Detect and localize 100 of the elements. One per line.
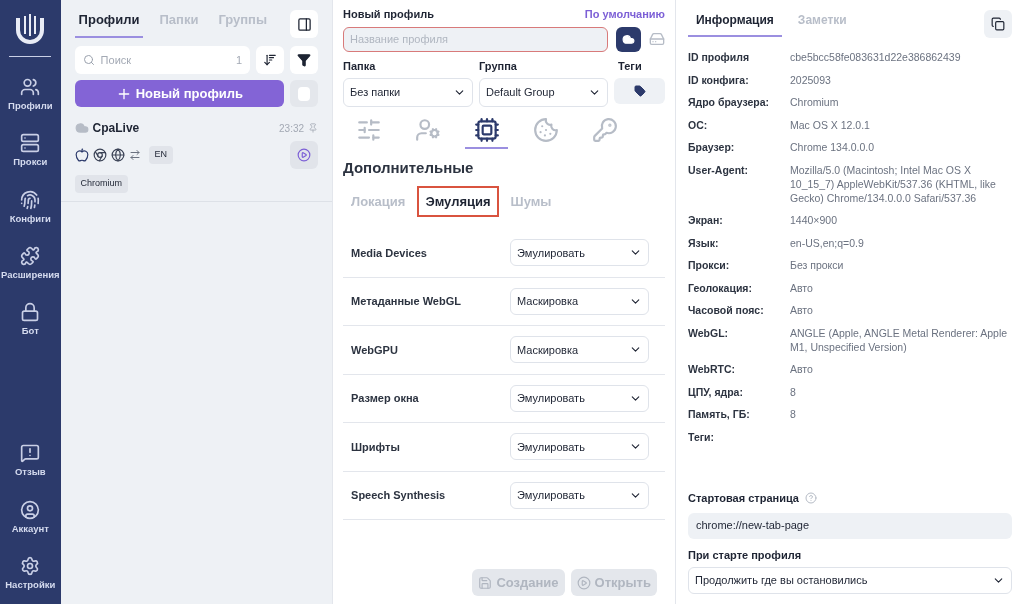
nav-item[interactable]: Отзыв xyxy=(0,439,61,484)
tag-icon xyxy=(633,85,646,97)
info-label: ID профиля xyxy=(688,50,750,64)
info-label: Ядро браузера: xyxy=(688,95,771,109)
setting-label: Размер окна xyxy=(351,391,419,406)
info-value: en-US,en;q=0.9 xyxy=(790,235,865,250)
tags-button[interactable] xyxy=(614,78,665,104)
local-drive-icon xyxy=(649,31,665,47)
sort-icon xyxy=(263,53,278,67)
info-label: Язык: xyxy=(688,235,720,250)
user-icon xyxy=(20,499,41,520)
info-value: Авто xyxy=(790,303,814,317)
info-value: Без прокси xyxy=(790,258,845,272)
info-value: Mozilla/5.0 (Macintosh; Intel Mac OS X 10_15_7) AppleWebKit/537.36 (KHTML, like Gecko) Chrome/134.0.0.0 Safari/537.36 xyxy=(790,162,997,205)
info-value: cbe5bcc58fe083631d22e386862439 xyxy=(790,50,962,64)
info-value: Chrome 134.0.0.0 xyxy=(790,140,876,154)
setting-select[interactable]: Маскировка xyxy=(510,287,649,315)
default-link[interactable]: По умолчанию xyxy=(584,6,665,23)
info-label: Часовой пояс: xyxy=(688,303,765,317)
profile-name-field[interactable]: Название профиля xyxy=(343,26,608,52)
info-value: 2025093 xyxy=(790,72,832,87)
setting-select[interactable]: Эмулировать xyxy=(510,239,649,267)
info-label: Экран: xyxy=(688,213,724,227)
browser-icon xyxy=(92,148,107,162)
nav-item[interactable]: Прокси xyxy=(0,129,61,174)
field-label: Папка xyxy=(343,58,377,74)
info-label: ID конфига: xyxy=(688,72,750,87)
language-tag: EN xyxy=(148,146,174,164)
nav-item[interactable]: Профили xyxy=(0,73,61,118)
section-title: Дополнительные xyxy=(343,158,475,178)
field-label: При старте профиля xyxy=(688,547,803,563)
cloud-button[interactable] xyxy=(616,26,641,52)
search-count: 1 xyxy=(235,53,243,68)
setting-label: Media Devices xyxy=(351,245,427,261)
info-value: Chromium xyxy=(790,95,840,109)
info-label: ОС: xyxy=(688,117,709,132)
profile-card[interactable]: CpaLive 23:32 EN Chromium xyxy=(60,119,333,202)
field-label: Стартовая страница xyxy=(688,491,799,506)
lock-icon xyxy=(20,302,41,322)
info-label: User-Agent: xyxy=(688,162,750,178)
user-gear-icon xyxy=(414,117,441,143)
new-profile-button[interactable]: Новый профиль xyxy=(74,80,285,107)
group-select[interactable]: Default Group xyxy=(479,78,609,107)
panel-icon xyxy=(296,16,312,32)
info-label: Память, ГБ: xyxy=(688,407,751,421)
info-label: Теги: xyxy=(688,429,716,444)
info-value: 1440×900 xyxy=(790,213,838,227)
filter-button[interactable] xyxy=(290,46,319,74)
fingerprint-icon xyxy=(20,189,41,210)
sort-button[interactable] xyxy=(256,46,285,74)
setting-select[interactable]: Эмулировать xyxy=(510,433,649,461)
info-label: Прокси: xyxy=(688,258,731,272)
sliders-icon xyxy=(355,117,382,143)
info-value: Авто xyxy=(790,280,814,295)
info-label: WebGL: xyxy=(688,325,730,341)
setting-label: WebGPU xyxy=(351,342,398,358)
setting-select[interactable]: Эмулировать xyxy=(510,384,649,412)
form-title: Новый профиль xyxy=(343,7,434,22)
list-tab[interactable]: Профили xyxy=(74,10,144,38)
nav-item[interactable]: Настройки xyxy=(0,551,61,596)
search-icon xyxy=(82,54,95,66)
start-button[interactable] xyxy=(290,141,319,169)
feedback-icon xyxy=(20,443,41,464)
key-icon xyxy=(591,117,618,143)
setting-select[interactable]: Эмулировать xyxy=(510,481,649,509)
engine-tag: Chromium xyxy=(74,175,129,193)
on-start-select[interactable]: Продолжить где вы остановились xyxy=(688,567,1012,594)
start-page-field[interactable]: chrome://new-tab-page xyxy=(688,512,1012,539)
copy-button[interactable] xyxy=(984,10,1012,38)
nav-item[interactable]: Бот xyxy=(0,298,61,343)
info-value: 8 xyxy=(790,407,797,421)
setting-select[interactable]: Маскировка xyxy=(510,336,649,364)
copy-icon xyxy=(991,17,1005,31)
nav-item[interactable]: Аккаунт xyxy=(0,495,61,540)
info-value: 8 xyxy=(790,384,797,399)
info-value: Авто xyxy=(790,362,814,376)
cookie-icon xyxy=(532,117,559,143)
sub-tab[interactable]: Эмуляция xyxy=(417,185,499,217)
settings-icon xyxy=(20,555,41,576)
chip-icon xyxy=(473,117,500,143)
help-icon xyxy=(804,492,817,505)
field-label: Группа xyxy=(479,58,518,74)
info-label: WebRTC: xyxy=(688,362,737,376)
panel-toggle-button[interactable] xyxy=(290,10,319,38)
play-icon xyxy=(297,148,312,162)
filter-icon xyxy=(297,53,312,67)
profile-time: 23:32 xyxy=(279,121,305,136)
users-icon xyxy=(20,77,41,97)
setting-label: Speech Synthesis xyxy=(351,488,446,503)
field-label: Теги xyxy=(617,58,643,74)
profile-name: CpaLive xyxy=(92,120,141,137)
nav-item[interactable]: Расширения xyxy=(0,241,61,286)
globe-icon xyxy=(110,148,125,162)
folder-select[interactable]: Без папки xyxy=(343,78,474,107)
info-tab[interactable]: Информация xyxy=(688,11,782,37)
setting-label: Шрифты xyxy=(351,439,400,455)
nav-item[interactable]: Конфиги xyxy=(0,185,61,230)
info-label: Геолокация: xyxy=(688,280,753,295)
play-icon xyxy=(576,575,591,590)
info-label: Браузер: xyxy=(688,140,736,154)
